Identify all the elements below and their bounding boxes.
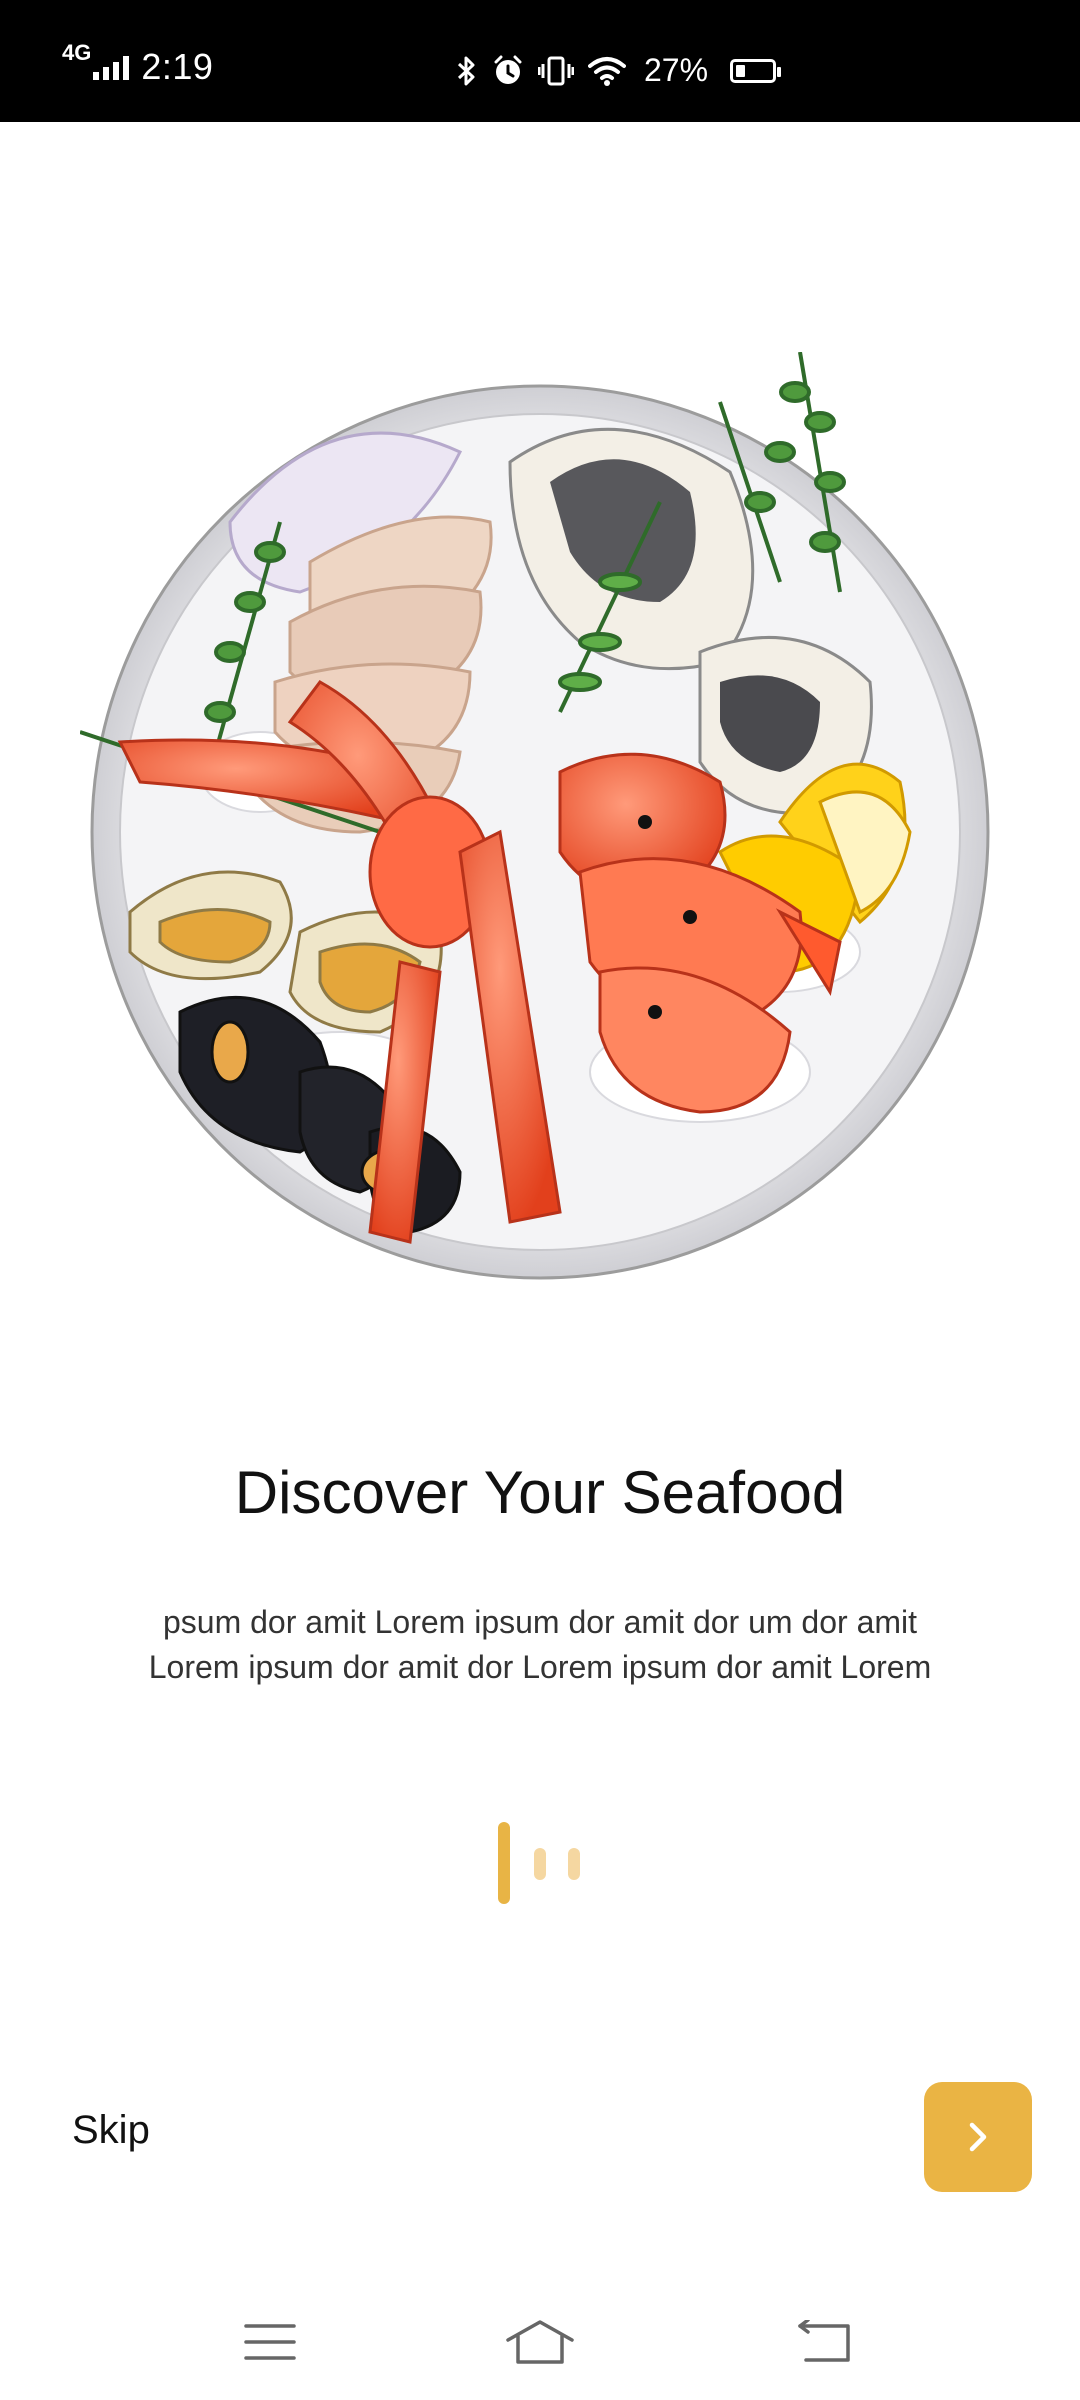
back-button[interactable] <box>784 2310 864 2374</box>
page-dot[interactable] <box>534 1848 546 1880</box>
battery-icon <box>730 58 782 83</box>
skip-button[interactable]: Skip <box>72 2108 150 2153</box>
onboarding-description: psum dor amit Lorem ipsum dor amit dor u… <box>110 1600 970 1690</box>
description-line: psum dor amit Lorem ipsum dor amit dor u… <box>162 1604 918 1640</box>
clock: 2:19 <box>141 46 214 87</box>
page-dot[interactable] <box>568 1848 580 1880</box>
next-button[interactable] <box>924 2082 1032 2192</box>
signal-icon <box>93 54 130 80</box>
bluetooth-icon <box>457 56 475 85</box>
menu-button[interactable] <box>230 2310 310 2374</box>
page-indicator <box>498 1822 584 1906</box>
seafood-platter-illustration <box>80 352 990 1280</box>
alarm-icon <box>494 55 522 84</box>
chevron-right-icon <box>969 2122 987 2152</box>
system-nav-bar <box>0 2280 1080 2400</box>
status-left: 4G 2:19 <box>62 42 214 88</box>
wifi-icon <box>588 56 626 86</box>
back-icon <box>798 2320 850 2362</box>
page-dot-active[interactable] <box>498 1822 510 1904</box>
description-line: Lorem ipsum dor amit dor Lorem ipsum dor… <box>148 1649 932 1685</box>
vibrate-icon <box>538 56 574 85</box>
home-button[interactable] <box>500 2310 580 2374</box>
network-type: 4G <box>62 40 92 65</box>
status-right: 27% <box>456 52 782 89</box>
status-bar: 4G 2:19 27% <box>0 0 1080 122</box>
menu-icon <box>244 2324 296 2360</box>
battery-percent: 27% <box>644 52 709 88</box>
home-icon <box>506 2320 574 2364</box>
onboarding-title: Discover Your Seafood <box>234 1459 846 1526</box>
